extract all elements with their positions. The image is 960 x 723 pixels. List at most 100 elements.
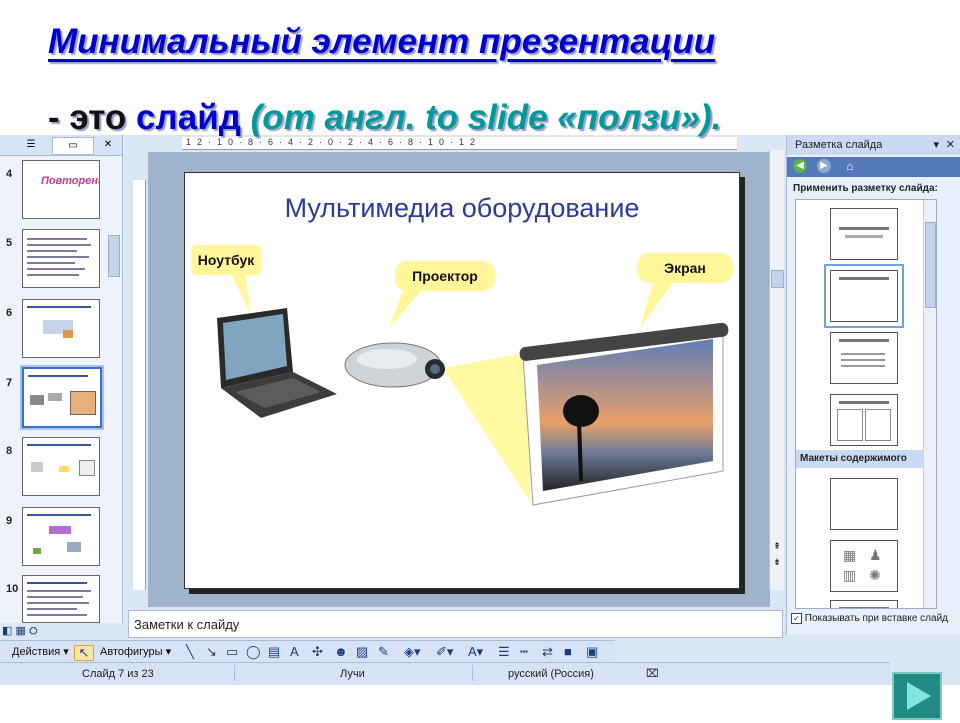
layout-list[interactable]: Макеты содержимого ▦ ♟ ▥ ✺ (795, 199, 937, 609)
close-pane-button[interactable]: ✕ (100, 137, 116, 153)
oval-icon[interactable]: ◯ (246, 645, 261, 659)
slide-number: 8 (6, 445, 13, 457)
thumb-scrollbar[interactable] (108, 235, 120, 277)
task-pane: Разметка слайда ▾ ✕ ◀ ▶ ⌂ Применить разм… (786, 135, 960, 635)
heading-part-dash: - это (48, 98, 137, 137)
projection-screen-image[interactable] (517, 321, 729, 507)
ruler-vertical (133, 180, 146, 590)
previous-slide-icon[interactable]: ⇞ (771, 540, 783, 552)
arrow-icon[interactable]: ↘ (206, 645, 217, 659)
rectangle-icon[interactable]: ▭ (226, 645, 238, 659)
current-slide[interactable]: Мультимедиа оборудование Ноутбук Проекто… (184, 172, 740, 589)
scroll-thumb[interactable] (925, 222, 936, 308)
play-arrow-icon (907, 682, 931, 710)
slideshow-view-icon[interactable]: ⛭ (29, 625, 38, 637)
projector-callout-pointer (389, 291, 421, 328)
arrow-style-icon[interactable]: ⇄ (542, 645, 553, 659)
thumbnail-pane[interactable]: ☰ ▭ ✕ 4 Повторение 5 6 7 8 9 (0, 135, 123, 623)
slide-vertical-scrollbar[interactable]: ⇞ ⇟ (769, 150, 784, 590)
heading-line-1: Минимальный элемент презентации (48, 22, 716, 61)
heading-part-slide: слайд (136, 98, 251, 137)
picture-icon[interactable]: ▨ (356, 645, 368, 659)
layout-title-content[interactable] (830, 600, 898, 608)
sorter-view-icon[interactable]: ▦ (15, 625, 25, 637)
tab-slides[interactable]: ▭ (52, 137, 94, 155)
normal-view-icon[interactable]: ◧ (2, 625, 12, 637)
line-color-icon[interactable]: ✐▾ (436, 645, 453, 659)
design-name: Лучи (340, 668, 365, 680)
close-icon[interactable]: ✕ (946, 135, 955, 155)
tab-outline[interactable]: ☰ (16, 137, 46, 153)
slide-number: 7 (6, 377, 13, 389)
slide-thumbnail[interactable] (22, 507, 100, 566)
autoshapes-menu[interactable]: Автофигуры ▾ (100, 641, 171, 663)
task-pane-nav: ◀ ▶ ⌂ (787, 157, 960, 177)
show-on-insert[interactable]: ✓ Показывать при вставке слайд (791, 613, 948, 624)
slide-thumbnail[interactable] (22, 575, 100, 623)
layout-title-only[interactable] (830, 208, 898, 260)
ruler-ticks: 12·10·8·6·4·2·0·2·4·6·8·10·12 (186, 137, 482, 147)
slide-number: 5 (6, 237, 13, 249)
slide-number: 10 (6, 583, 19, 595)
chart-icon: ▥ (843, 567, 857, 583)
back-icon[interactable]: ◀ (793, 159, 807, 173)
heading-line-2: - это слайд (от англ. to slide «ползи»). (48, 98, 721, 138)
layout-content[interactable]: ▦ ♟ ▥ ✺ (830, 540, 898, 592)
outline-icon: ☰ (26, 139, 36, 150)
slide-thumbnail-selected[interactable] (22, 367, 102, 428)
scroll-thumb[interactable] (771, 270, 784, 288)
diagram-icon[interactable]: ✣ (312, 645, 323, 659)
select-pointer-icon[interactable]: ↖ (74, 645, 94, 661)
drawing-toolbar: Действия ▾ ↖ Автофигуры ▾ ╲ ↘ ▭ ◯ ▤ A ✣ … (0, 640, 615, 663)
actions-menu[interactable]: Действия ▾ (12, 641, 69, 663)
diagram-icon: ✺ (869, 567, 881, 583)
3d-icon[interactable]: ▣ (586, 645, 598, 659)
font-color-icon[interactable]: A▾ (468, 645, 483, 659)
line-icon[interactable]: ╲ (186, 645, 194, 659)
callout-screen[interactable]: Экран (637, 253, 733, 283)
person-icon: ♟ (869, 547, 882, 563)
dropdown-icon[interactable]: ▾ (933, 135, 939, 155)
layout-list-scrollbar[interactable] (923, 200, 936, 608)
apply-layout-label: Применить разметку слайда: (793, 183, 938, 194)
textbox-icon[interactable]: ▤ (268, 645, 280, 659)
slide-thumbnail[interactable] (22, 299, 100, 358)
shadow-icon[interactable]: ■ (564, 645, 572, 659)
status-bar: Слайд 7 из 23 Лучи русский (Россия) ⌧ (0, 662, 890, 685)
projector-image[interactable] (341, 331, 449, 393)
heading-part-etymology: (от англ. to slide «ползи»). (250, 98, 722, 137)
wordart-icon[interactable]: A (290, 645, 299, 659)
show-on-insert-label: Показывать при вставке слайд (804, 613, 948, 625)
layout-two-columns[interactable] (830, 394, 898, 446)
thumbnail-tabs: ☰ ▭ ✕ (0, 135, 122, 156)
task-pane-header: Разметка слайда ▾ ✕ (787, 135, 960, 155)
layout-blank[interactable] (830, 478, 898, 530)
fill-color-icon[interactable]: ◈▾ (404, 645, 421, 659)
slide-number: 6 (6, 307, 13, 319)
close-icon: ✕ (103, 139, 113, 150)
layout-title-text[interactable] (830, 332, 898, 384)
slide-thumbnail[interactable]: Повторение (22, 160, 100, 219)
slide-thumbnail[interactable] (22, 229, 100, 288)
laptop-image[interactable] (209, 308, 341, 420)
layout-title-selected[interactable] (824, 264, 904, 328)
brush-icon[interactable]: ✎ (378, 645, 389, 659)
next-slide-button[interactable] (892, 672, 942, 720)
home-icon[interactable]: ⌂ (843, 159, 857, 173)
spellcheck-icon: ⌧ (646, 668, 659, 680)
line-style-icon[interactable]: ☰ (498, 645, 510, 659)
checkbox-checked-icon[interactable]: ✓ (791, 613, 802, 624)
slides-icon: ▭ (68, 140, 78, 151)
section-content-layouts: Макеты содержимого (796, 450, 936, 468)
dash-style-icon[interactable]: ┅ (520, 645, 528, 659)
slide-number: 9 (6, 515, 13, 527)
slide-thumbnail[interactable] (22, 437, 100, 496)
clipart-icon[interactable]: ☻ (334, 645, 348, 659)
notes-pane[interactable]: Заметки к слайду (128, 610, 783, 638)
callout-projector[interactable]: Проектор (395, 261, 495, 291)
next-slide-icon[interactable]: ⇟ (771, 556, 783, 568)
forward-icon[interactable]: ▶ (817, 159, 831, 173)
task-pane-title: Разметка слайда (795, 139, 883, 151)
slide-counter: Слайд 7 из 23 (82, 668, 154, 680)
language-status: русский (Россия) (508, 668, 594, 680)
